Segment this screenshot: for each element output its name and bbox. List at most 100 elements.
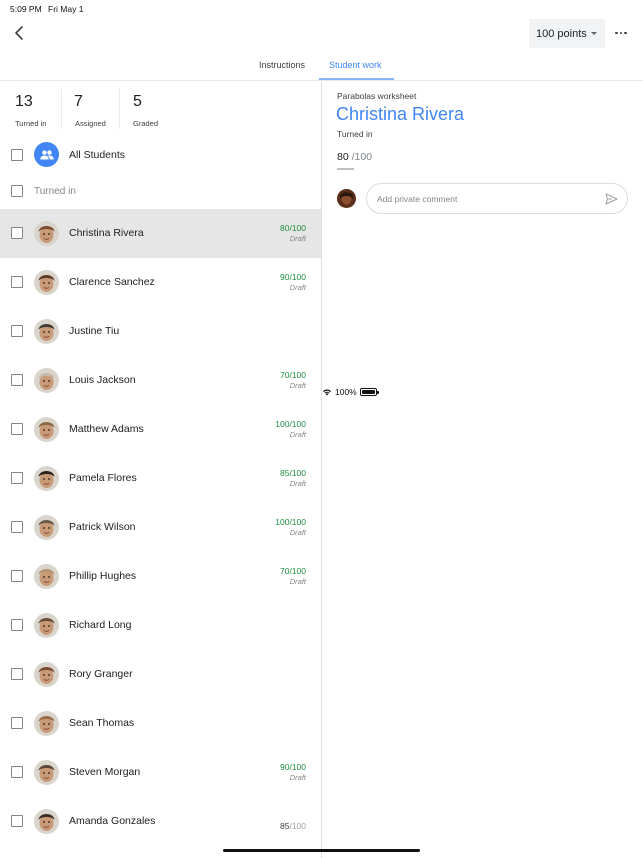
top-bar: 100 points	[0, 16, 643, 52]
student-checkbox[interactable]	[11, 325, 23, 337]
assignment-title: Parabolas worksheet	[337, 91, 417, 101]
grade-input-underline	[337, 168, 354, 170]
stat-turned-in[interactable]: 13 Turned in	[0, 89, 61, 129]
private-comment-input[interactable]: Add private comment	[366, 183, 628, 214]
student-checkbox[interactable]	[11, 570, 23, 582]
student-grade: 70/100 Draft	[280, 566, 306, 586]
more-horizontal-icon	[615, 31, 618, 35]
student-name: Pamela Flores	[69, 472, 137, 484]
all-students-label: All Students	[69, 149, 126, 161]
student-row[interactable]: Christina Rivera 80/100 Draft	[0, 209, 321, 258]
student-checkbox[interactable]	[11, 815, 23, 827]
grade-status: Draft	[289, 577, 306, 586]
student-checkbox[interactable]	[11, 423, 23, 435]
comment-placeholder: Add private comment	[377, 193, 458, 204]
grade-score: 85/100	[280, 468, 306, 478]
student-name: Steven Morgan	[69, 766, 141, 778]
student-grade: 80/100 Draft	[280, 223, 306, 243]
student-name: Rory Granger	[69, 668, 133, 680]
all-students-row[interactable]: All Students	[0, 137, 321, 173]
student-name: Sean Thomas	[69, 717, 135, 729]
student-avatar	[34, 368, 59, 393]
student-name: Justine Tiu	[69, 325, 120, 337]
student-checkbox[interactable]	[11, 766, 23, 778]
student-row[interactable]: Sean Thomas	[0, 699, 321, 748]
student-avatar	[34, 221, 59, 246]
student-avatar	[34, 564, 59, 589]
status-bar: 5:09 PM Fri May 1 100%	[0, 0, 643, 397]
student-checkbox[interactable]	[11, 472, 23, 484]
grade-status: Draft	[289, 381, 306, 390]
student-row[interactable]: Phillip Hughes 70/100 Draft	[0, 552, 321, 601]
student-avatar	[34, 662, 59, 687]
student-name: Phillip Hughes	[69, 570, 137, 582]
send-icon[interactable]	[605, 193, 618, 205]
student-row[interactable]: Louis Jackson 70/100 Draft	[0, 356, 321, 405]
people-icon	[34, 142, 59, 167]
tab-bar: Instructions Student work	[0, 52, 643, 81]
grade-score: 70/100	[280, 370, 306, 380]
student-grade: 90/100 Draft	[280, 272, 306, 292]
student-grade: 100/100 Draft	[275, 517, 306, 537]
grade-score: 90/100	[280, 762, 306, 772]
student-grade: 85/100	[280, 816, 306, 834]
grade-score: 90/100	[280, 272, 306, 282]
grade-status: Draft	[289, 479, 306, 488]
tab-student-work[interactable]: Student work	[329, 60, 382, 70]
student-avatar	[34, 515, 59, 540]
student-avatar	[34, 760, 59, 785]
commenter-avatar	[337, 189, 356, 208]
home-indicator[interactable]	[223, 849, 420, 852]
student-row[interactable]: Pamela Flores 85/100 Draft	[0, 454, 321, 503]
chevron-left-icon	[15, 26, 23, 40]
student-avatar	[34, 319, 59, 344]
student-checkbox[interactable]	[11, 276, 23, 288]
caret-down-icon	[591, 32, 597, 35]
student-list: Christina Rivera 80/100 Draft Clarence Sanc…	[0, 209, 321, 846]
student-row[interactable]: Clarence Sanchez 90/100 Draft	[0, 258, 321, 307]
grade-status: Draft	[289, 234, 306, 243]
stat-value: 5	[133, 93, 142, 110]
student-grade: 100/100 Draft	[275, 419, 306, 439]
stat-graded[interactable]: 5 Graded	[119, 89, 179, 129]
student-detail-pane: Parabolas worksheet Christina Rivera Tur…	[322, 81, 643, 858]
student-row[interactable]: Rory Granger	[0, 650, 321, 699]
student-row[interactable]: Richard Long	[0, 601, 321, 650]
points-value: 100 points	[536, 27, 587, 40]
stat-value: 13	[15, 93, 33, 110]
grade-score: 100/100	[275, 419, 306, 429]
student-checkbox[interactable]	[11, 227, 23, 239]
tab-instructions[interactable]: Instructions	[259, 60, 305, 70]
all-students-checkbox[interactable]	[11, 149, 23, 161]
student-row[interactable]: Patrick Wilson 100/100 Draft	[0, 503, 321, 552]
student-checkbox[interactable]	[11, 619, 23, 631]
grade-status: Draft	[289, 528, 306, 537]
student-avatar	[34, 270, 59, 295]
grade-denominator: /100	[351, 151, 373, 163]
student-avatar	[34, 711, 59, 736]
stat-assigned[interactable]: 7 Assigned	[61, 89, 119, 129]
student-row[interactable]: Steven Morgan 90/100 Draft	[0, 748, 321, 797]
status-date: Fri May 1	[48, 4, 84, 14]
student-avatar	[34, 466, 59, 491]
points-dropdown[interactable]: 100 points	[529, 19, 605, 48]
grade-input[interactable]: 80 /100	[337, 151, 372, 163]
student-row[interactable]: Matthew Adams 100/100 Draft	[0, 405, 321, 454]
grade-score: 80/100	[280, 223, 306, 233]
student-avatar	[34, 613, 59, 638]
status-time: 5:09 PM	[10, 4, 42, 14]
more-options-button[interactable]	[613, 26, 629, 40]
turned-in-section-checkbox[interactable]	[11, 185, 23, 197]
turned-in-section-header[interactable]: Turned in	[0, 179, 321, 205]
student-list-pane: 13 Turned in 7 Assigned 5 Graded All Stu…	[0, 81, 321, 858]
selected-student-name: Christina Rivera	[336, 104, 465, 124]
student-checkbox[interactable]	[11, 374, 23, 386]
student-checkbox[interactable]	[11, 717, 23, 729]
back-button[interactable]	[10, 22, 30, 44]
student-name: Amanda Gonzales	[69, 815, 156, 827]
student-checkbox[interactable]	[11, 521, 23, 533]
student-checkbox[interactable]	[11, 668, 23, 680]
student-avatar	[34, 417, 59, 442]
student-row[interactable]: Justine Tiu	[0, 307, 321, 356]
student-row[interactable]: Amanda Gonzales 85/100	[0, 797, 321, 846]
